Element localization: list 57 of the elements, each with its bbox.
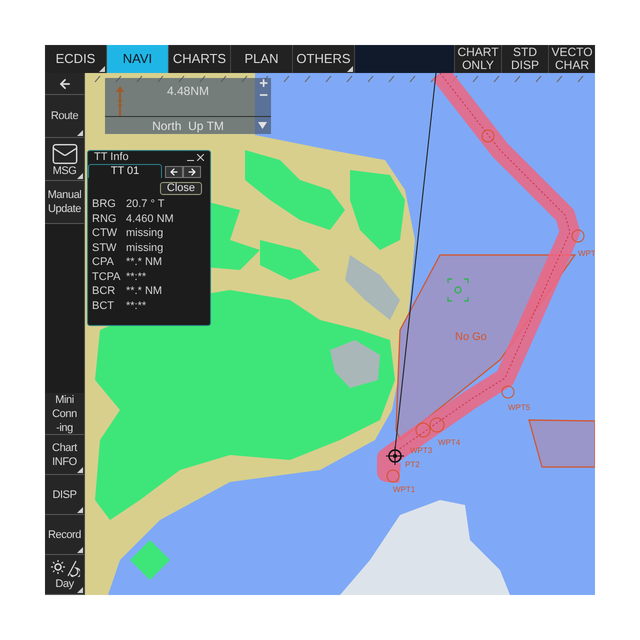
top-tab[interactable]: OTHERS bbox=[293, 45, 355, 73]
field-label: TCPA bbox=[92, 270, 122, 284]
display-button[interactable]: CHART ONLY bbox=[454, 45, 501, 73]
panel-title: TT Info bbox=[94, 150, 129, 166]
sun-moon-icon bbox=[50, 558, 80, 576]
field-label: RNG bbox=[92, 212, 118, 226]
previous-button[interactable] bbox=[165, 166, 183, 178]
waypoint-label: PT2 bbox=[405, 460, 420, 469]
message-button[interactable]: MSG bbox=[45, 138, 84, 181]
field-label: STW bbox=[92, 240, 118, 256]
sidebar-button[interactable]: DISP bbox=[45, 475, 84, 515]
back-arrow-icon bbox=[58, 76, 72, 90]
field-value: **:** bbox=[126, 270, 146, 284]
day-night-button[interactable]: Day bbox=[45, 555, 84, 595]
field-value: missing bbox=[126, 226, 164, 241]
next-button[interactable] bbox=[183, 166, 201, 178]
sidebar-button[interactable]: Mini Conn -ing bbox=[45, 393, 84, 435]
top-tab[interactable]: ECDIS bbox=[45, 45, 107, 73]
field-value: 4.460 NM bbox=[126, 212, 174, 226]
zoom-out-button[interactable]: − bbox=[259, 90, 268, 102]
field-value: missing bbox=[126, 240, 164, 256]
range-text: 4.48NM bbox=[166, 83, 210, 100]
area-label: No Go bbox=[455, 331, 487, 343]
close-button[interactable]: Close bbox=[160, 182, 202, 195]
zoom-in-button[interactable]: + bbox=[259, 78, 268, 90]
top-tab[interactable]: NAVI bbox=[107, 45, 169, 73]
field-label: BRG bbox=[92, 197, 117, 212]
waypoint-label: WPT4 bbox=[438, 438, 460, 447]
field-value: 20.7 ° T bbox=[126, 197, 164, 212]
field-value: **:** bbox=[126, 298, 146, 314]
waypoint-label: WPT1 bbox=[393, 485, 416, 494]
display-button[interactable]: VECTO CHAR bbox=[548, 45, 595, 73]
sidebar-button[interactable]: Manual Update bbox=[45, 181, 84, 224]
back-button[interactable] bbox=[45, 73, 84, 95]
sidebar-button[interactable]: Chart INFO bbox=[45, 435, 84, 475]
field-label: CPA bbox=[92, 255, 115, 270]
dropdown-triangle-icon bbox=[258, 122, 267, 129]
display-button[interactable]: STD DISP bbox=[501, 45, 548, 73]
waypoint-label: WPT3 bbox=[410, 446, 432, 455]
waypoint-label: WPT5 bbox=[508, 403, 530, 412]
top-tab[interactable]: CHARTS bbox=[169, 45, 231, 73]
sidebar-button[interactable]: Route bbox=[45, 95, 84, 138]
field-value: **.* NM bbox=[126, 255, 162, 270]
field-label: CTW bbox=[92, 226, 118, 241]
restricted-area bbox=[528, 419, 595, 468]
target-tab[interactable]: TT 01 bbox=[88, 164, 162, 178]
target-icon bbox=[386, 446, 404, 466]
right-arrow-icon bbox=[187, 167, 197, 177]
top-tab[interactable]: PLAN bbox=[231, 45, 293, 73]
close-icon[interactable] bbox=[197, 154, 204, 161]
field-value: **.* NM bbox=[126, 284, 162, 299]
north-arrow-icon bbox=[115, 86, 125, 116]
left-arrow-icon bbox=[169, 167, 179, 177]
sidebar-button[interactable]: Record bbox=[45, 515, 84, 555]
buoy-symbol-icon bbox=[447, 278, 469, 302]
field-label: BCR bbox=[92, 284, 116, 299]
field-label: BCT bbox=[92, 298, 115, 314]
